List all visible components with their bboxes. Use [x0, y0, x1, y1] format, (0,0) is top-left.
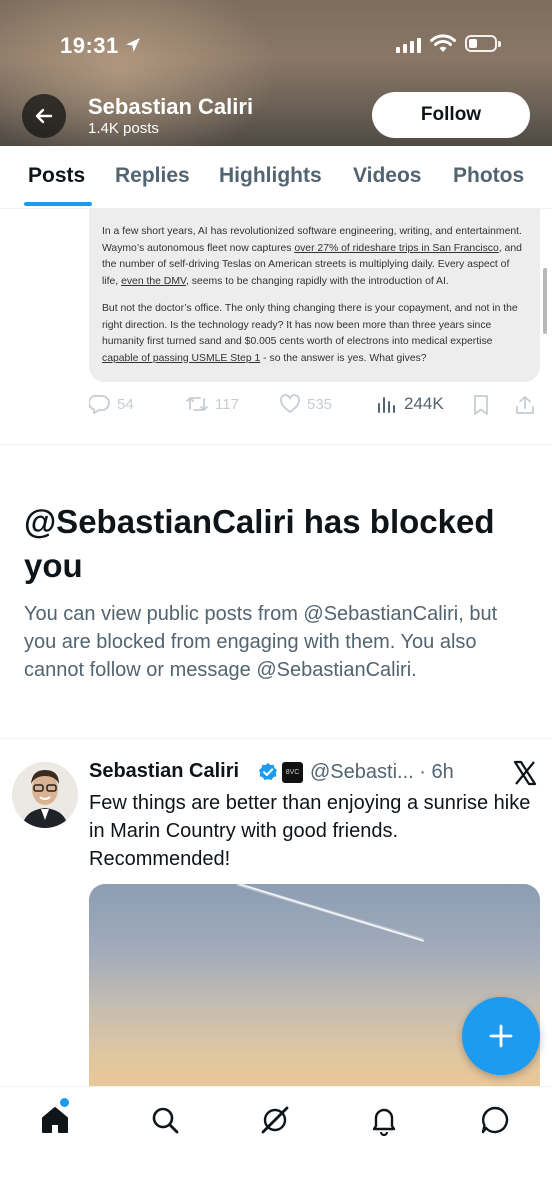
search-icon [152, 1107, 179, 1134]
quoted-article-card[interactable]: In a few short years, AI has revolutioni… [89, 208, 540, 382]
views-button[interactable]: 244K [376, 394, 444, 414]
signal-icon [396, 37, 421, 53]
home-icon [42, 1107, 68, 1133]
tab-photos[interactable]: Photos [453, 164, 524, 188]
views-count: 244K [404, 394, 444, 413]
like-icon [279, 394, 301, 413]
tab-highlights[interactable]: Highlights [219, 164, 322, 188]
like-button[interactable]: 535 [279, 394, 332, 414]
profile-header: 19:31 Sebastian Caliri 1.4K posts Follow [0, 0, 552, 146]
active-tab-indicator [24, 202, 92, 206]
repost-button[interactable]: 117 [185, 394, 239, 414]
article-link[interactable]: capable of passing USMLE Step 1 [102, 353, 260, 364]
back-button[interactable] [22, 94, 66, 138]
avatar-photo [12, 762, 78, 828]
article-link[interactable]: even the DMV [121, 276, 186, 287]
tab-posts[interactable]: Posts [28, 164, 85, 188]
nav-grok[interactable] [258, 1103, 292, 1137]
sunrise-photo [236, 884, 425, 942]
profile-tabs: Posts Replies Highlights Videos Photos [0, 146, 552, 209]
share-button[interactable] [514, 394, 536, 416]
battery-icon [465, 35, 501, 52]
profile-name: Sebastian Caliri [88, 94, 254, 119]
home-notification-dot [60, 1098, 69, 1107]
bell-icon [372, 1108, 396, 1136]
tweet-handle-time[interactable]: @Sebasti... · 6h [310, 761, 454, 784]
blocked-description: You can view public posts from @Sebastia… [24, 603, 498, 681]
compose-post-button[interactable] [462, 997, 540, 1075]
status-time: 19:31 [60, 33, 119, 58]
verified-icon [259, 763, 277, 780]
post-count: 1.4K posts [88, 120, 159, 137]
bookmark-button[interactable] [471, 394, 491, 416]
divider [0, 444, 552, 445]
x-logo-icon [513, 760, 537, 786]
nav-search[interactable] [148, 1103, 182, 1137]
article-link[interactable]: over 27% of rideshare trips in San Franc… [294, 243, 498, 254]
nav-notifications[interactable] [367, 1103, 401, 1137]
blocked-title: @SebastianCaliri has blocked you [24, 503, 495, 584]
reply-icon [89, 394, 110, 414]
wifi-icon [430, 34, 456, 52]
grok-icon [261, 1106, 289, 1134]
nav-home[interactable] [38, 1103, 72, 1137]
tweet-text: Few things are better than enjoying a su… [89, 792, 531, 870]
org-badge: 8VC [282, 762, 303, 783]
plus-icon [489, 1024, 513, 1048]
bookmark-icon [474, 395, 488, 415]
back-arrow-icon [35, 108, 53, 124]
repost-count: 117 [215, 395, 239, 413]
share-icon [516, 396, 534, 414]
location-arrow-icon [126, 38, 140, 52]
reply-button[interactable]: 54 [89, 394, 134, 414]
messages-icon [481, 1106, 509, 1134]
repost-icon [186, 397, 208, 411]
article-paragraph-1: In a few short years, AI has revolutioni… [102, 226, 522, 287]
divider [0, 738, 552, 739]
like-count: 535 [307, 395, 333, 413]
bottom-navigation [0, 1086, 552, 1201]
article-paragraph-2: But not the doctor’s office. The only th… [102, 303, 518, 364]
tweet-image[interactable] [89, 884, 540, 1100]
nav-messages[interactable] [478, 1103, 512, 1137]
tab-videos[interactable]: Videos [353, 164, 421, 188]
post-actions: 54 117 535 244K [89, 394, 540, 420]
scrollbar[interactable] [543, 268, 547, 334]
tweet-author-name[interactable]: Sebastian Caliri [89, 760, 239, 783]
reply-count: 54 [117, 395, 134, 413]
views-icon [378, 397, 395, 413]
tab-replies[interactable]: Replies [115, 164, 190, 188]
avatar[interactable] [12, 762, 78, 828]
follow-button[interactable]: Follow [372, 92, 530, 138]
